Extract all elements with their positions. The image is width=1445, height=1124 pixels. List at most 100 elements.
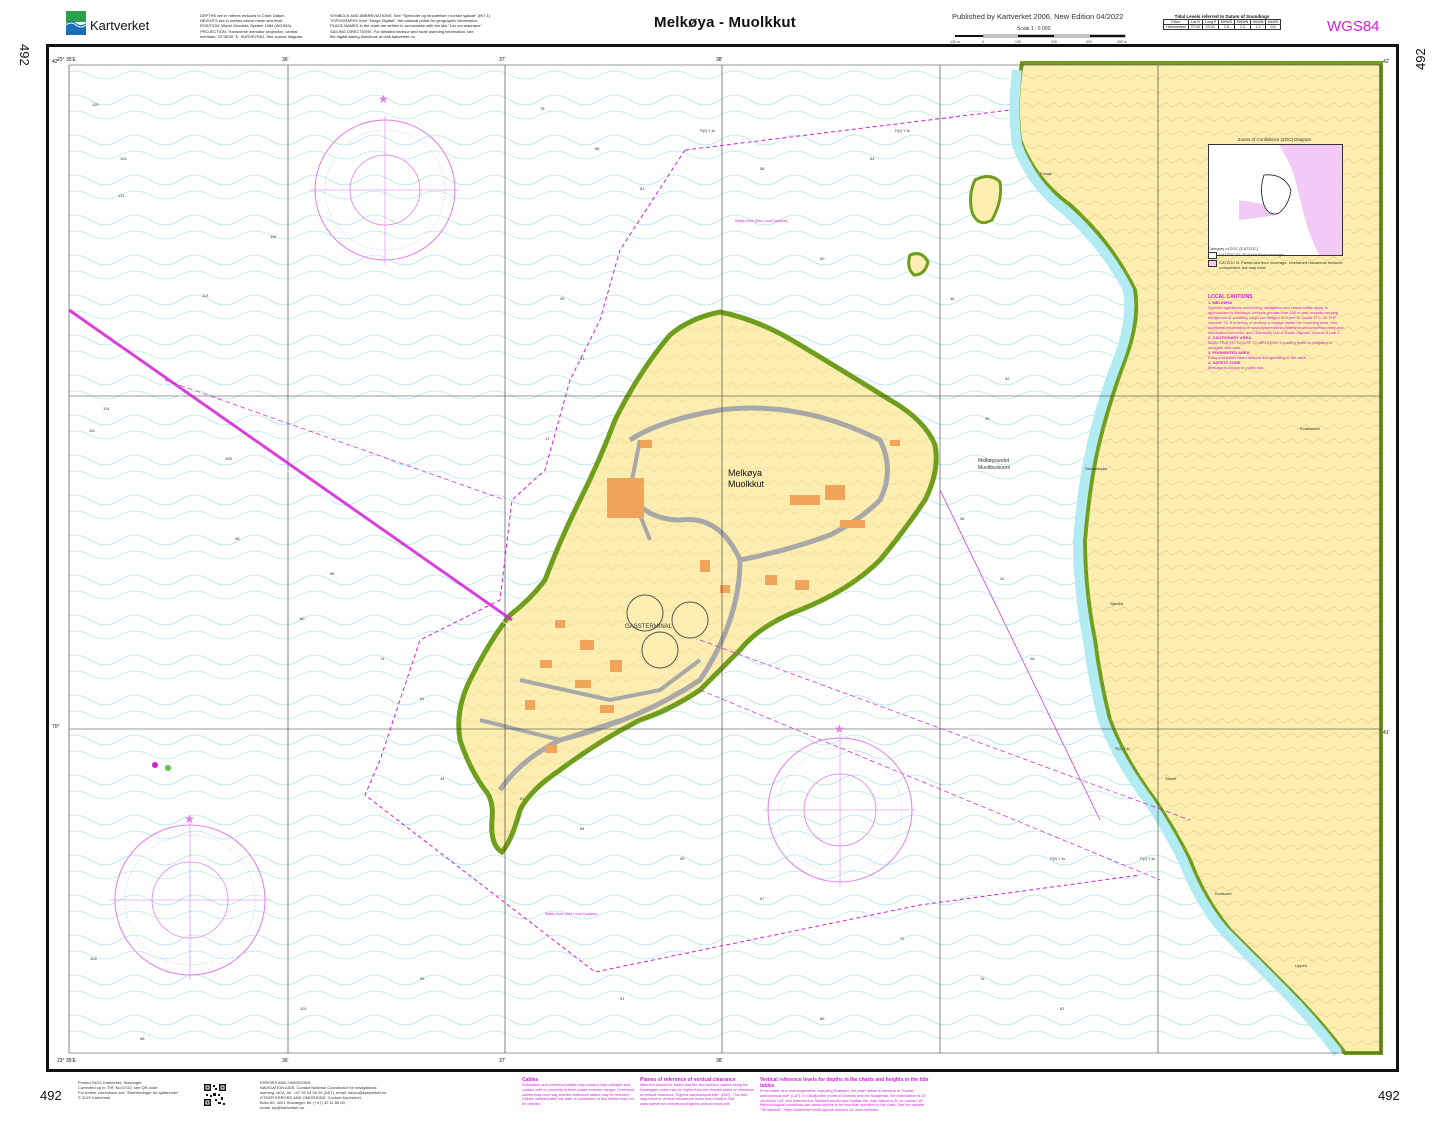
- svg-text:Fl(2) Y 4s: Fl(2) Y 4s: [1115, 747, 1130, 751]
- svg-text:36: 36: [960, 516, 965, 521]
- zoc-title: Zones of Confidence (ZOC) Diagram: [1237, 137, 1312, 142]
- svg-text:113: 113: [202, 293, 209, 298]
- qr-code-icon[interactable]: [203, 1083, 227, 1107]
- tidal-cell: 0.5: [1265, 24, 1281, 30]
- brand-name: Kartverket: [90, 18, 150, 33]
- svg-text:95: 95: [420, 976, 425, 981]
- svg-text:98: 98: [235, 536, 240, 541]
- svg-text:114: 114: [103, 406, 110, 411]
- svg-text:32: 32: [1000, 576, 1005, 581]
- caution-text: MAIN TRAFFIC ROUTE TO MELKØYA: Crossing …: [1208, 340, 1333, 350]
- zoc-item-a: CATZOC A1: Full sea floor coverage.: [1219, 252, 1285, 257]
- svg-text:101: 101: [300, 1006, 307, 1011]
- vertical-body: From charts and rearrangements, includin…: [760, 1089, 926, 1113]
- svg-text:61: 61: [420, 696, 425, 701]
- svg-text:Forsøl: Forsøl: [1040, 171, 1051, 176]
- tidal-cell: 2.6: [1218, 24, 1235, 30]
- terminal-label: GASSTERMINAL: [625, 624, 673, 630]
- zoc-swatch-b: [1208, 260, 1217, 267]
- chart-number-bottom-left: 492: [40, 1088, 62, 1103]
- zoc-swatch-a: [1208, 252, 1217, 259]
- tidal-table-title: Tidal Levels referred to Datum of Soundi…: [1174, 14, 1270, 19]
- svg-text:Storsteinnes: Storsteinnes: [1085, 466, 1107, 471]
- svg-text:Lippen: Lippen: [1295, 963, 1307, 968]
- svg-text:59: 59: [680, 856, 685, 861]
- svg-text:74: 74: [380, 656, 385, 661]
- zoc-item-b: CATZOC B: Partial sea floor coverage. Un…: [1219, 260, 1343, 270]
- svg-text:80: 80: [300, 616, 305, 621]
- svg-text:42: 42: [1005, 376, 1010, 381]
- kartverket-logo-icon: [65, 11, 87, 35]
- svg-text:64: 64: [580, 826, 585, 831]
- caution-text: Special regulations concerning navigatio…: [1208, 305, 1345, 335]
- zoc-diagram: Zones of Confidence (ZOC) Diagram: [1208, 137, 1343, 257]
- tidal-cell: 70°40': [1187, 24, 1204, 30]
- svg-text:36': 36': [282, 1058, 289, 1064]
- svg-text:76: 76: [980, 976, 985, 981]
- svg-text:Sjøvika: Sjøvika: [1110, 601, 1124, 606]
- publication-note: Published by Kartverket 2006, New Editio…: [952, 12, 1124, 21]
- chart-number-top-right: 492: [1413, 48, 1428, 70]
- svg-text:111: 111: [89, 428, 96, 433]
- buoy-icon: [152, 762, 158, 768]
- svg-text:36': 36': [282, 57, 289, 63]
- star-icon: ★: [378, 92, 389, 106]
- zoc-category: Category of ZOC (CATZOC): [1208, 246, 1259, 251]
- tidal-cell: Hammerfest: [1163, 24, 1189, 30]
- svg-text:41': 41': [1383, 730, 1390, 736]
- svg-text:Fl(2) Y 4s: Fl(2) Y 4s: [895, 129, 910, 133]
- svg-text:39: 39: [985, 416, 990, 421]
- svg-text:Fl(2) Y 4s: Fl(2) Y 4s: [700, 129, 715, 133]
- svg-text:Fl(2) Y 4s: Fl(2) Y 4s: [1050, 857, 1065, 861]
- island-label: Melkøya: [728, 468, 762, 478]
- svg-text:Kvalsundet: Kvalsundet: [1300, 426, 1321, 431]
- svg-text:54: 54: [870, 156, 875, 161]
- sound-label-sami: Muolkkuisuorri: [978, 465, 1010, 471]
- svg-text:78: 78: [540, 106, 545, 111]
- svg-text:23° 35'E: 23° 35'E: [57, 1058, 76, 1064]
- svg-text:70°: 70°: [52, 724, 60, 730]
- svg-text:44: 44: [440, 776, 445, 781]
- svg-text:121: 121: [118, 193, 125, 198]
- svg-text:37': 37': [499, 57, 506, 63]
- tidal-header: MHWS: [1218, 19, 1235, 25]
- svg-text:50: 50: [820, 256, 825, 261]
- tidal-cell: 2.3: [1233, 24, 1251, 30]
- cables-body: Submarine and overhead cables may conduc…: [522, 1083, 634, 1107]
- sound-label: Melkøysundet: [978, 458, 1010, 464]
- svg-text:108: 108: [225, 456, 232, 461]
- safety-zone-label: Safety Zone (See Local Cautions): [545, 912, 598, 916]
- svg-text:37': 37': [499, 1058, 506, 1064]
- svg-text:67: 67: [760, 896, 765, 901]
- vertical-reference-note: Vertical reference levels for depths in …: [760, 1077, 930, 1113]
- zoc-map: [1208, 144, 1343, 256]
- print-info: Printed 04/22 Kartverket, Stavanger. Cor…: [78, 1080, 180, 1100]
- chart-number-top-left: 492: [17, 44, 32, 66]
- svg-text:86: 86: [820, 1016, 825, 1021]
- errors-omissions: ERRORS AND OMISSIONS: NAVIGATION AIDS: C…: [260, 1080, 387, 1110]
- svg-text:Fl(2) Y 4s: Fl(2) Y 4s: [1140, 857, 1155, 861]
- star-icon: ★: [834, 722, 845, 736]
- vertical-title: Vertical reference levels for depths in …: [760, 1077, 929, 1089]
- svg-text:61: 61: [520, 796, 525, 801]
- svg-text:46: 46: [950, 296, 955, 301]
- nautical-chart-map[interactable]: ★ ★ ★ Melkøya Muolkkut GASSTERMINAL Melk…: [49, 47, 1396, 1069]
- svg-text:119: 119: [92, 102, 99, 107]
- svg-text:28: 28: [1030, 656, 1035, 661]
- islet-small: [907, 252, 930, 277]
- tidal-header: MLWS: [1265, 19, 1281, 25]
- svg-text:72: 72: [900, 936, 905, 941]
- tidal-header: MLWN: [1249, 19, 1267, 25]
- chart-notes-mid: SYMBOLS AND ABBREVIATIONS: See "Symboler…: [330, 13, 492, 39]
- svg-text:25: 25: [560, 296, 565, 301]
- planes-body: Mariners should be aware that the sea le…: [640, 1083, 754, 1107]
- planes-note: Planes of reference of vertical clearanc…: [640, 1077, 755, 1107]
- tidal-levels-table: Tidal Levels referred to Datum of Soundi…: [1163, 14, 1281, 44]
- chart-number-bottom-right: 492: [1378, 1088, 1400, 1103]
- svg-text:38': 38': [716, 1058, 723, 1064]
- svg-text:115: 115: [270, 234, 277, 239]
- caution-text: Melkøya is closed to public use.: [1208, 365, 1265, 370]
- svg-text:81: 81: [1060, 1006, 1065, 1011]
- tidal-cell: 23°41': [1202, 24, 1220, 30]
- scale-bar: 100 m 0 100 200 300 400 m: [950, 34, 1127, 44]
